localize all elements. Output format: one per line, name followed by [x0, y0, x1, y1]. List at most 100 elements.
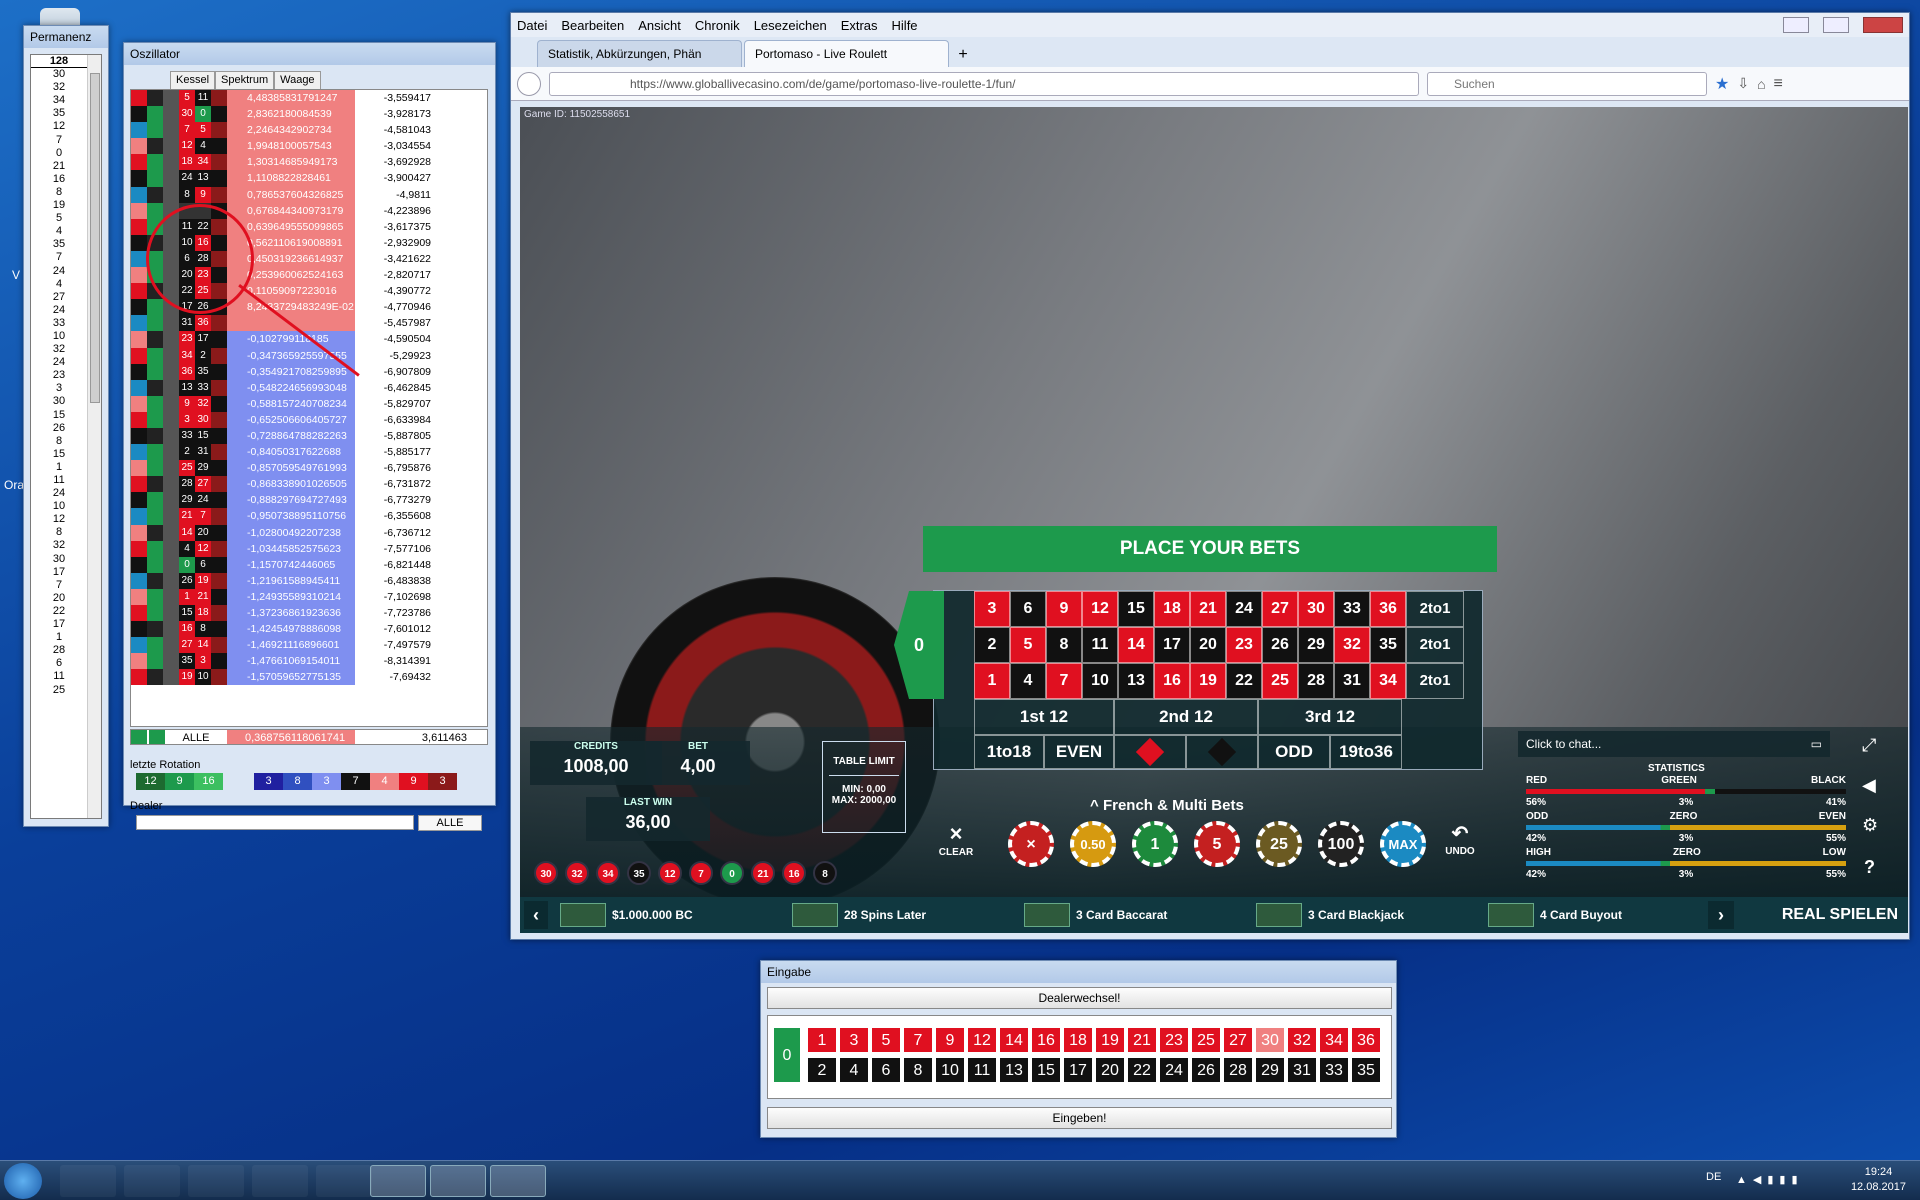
bet-number-19[interactable]: 19 — [1190, 663, 1226, 699]
bet-number-12[interactable]: 12 — [1082, 591, 1118, 627]
oszillator-grid[interactable]: 5 11 4,48385831791247 -3,559417 30 0 2,8362180… — [130, 89, 488, 727]
eingeben-button[interactable]: Eingeben! — [767, 1107, 1392, 1129]
close-icon[interactable] — [1863, 17, 1903, 33]
lobby-item-1[interactable]: $1.000.000 BC — [560, 903, 693, 927]
key-34[interactable]: 34 — [1319, 1027, 1349, 1053]
menu-icon[interactable]: ≡ — [1774, 75, 1783, 93]
key-6[interactable]: 6 — [871, 1057, 901, 1083]
table-row[interactable]: 29 24 -0,888297694727493 -6,773279 — [131, 492, 487, 509]
key-1[interactable]: 1 — [807, 1027, 837, 1053]
real-spielen-button[interactable]: REAL SPIELEN — [1782, 897, 1898, 933]
key-32[interactable]: 32 — [1287, 1027, 1317, 1053]
ie-icon[interactable] — [60, 1165, 116, 1197]
bet-number-27[interactable]: 27 — [1262, 591, 1298, 627]
table-row[interactable]: 15 18 -1,37236861923636 -7,723786 — [131, 605, 487, 622]
vlc-icon[interactable] — [316, 1165, 372, 1197]
menu-datei[interactable]: Datei — [517, 18, 547, 33]
bet-1to18[interactable]: 1to18 — [974, 735, 1044, 769]
menu-chronik[interactable]: Chronik — [695, 18, 740, 33]
key-18[interactable]: 18 — [1063, 1027, 1093, 1053]
key-35[interactable]: 35 — [1351, 1057, 1381, 1083]
bet-column-3[interactable]: 2to1 — [1406, 591, 1464, 627]
table-row[interactable]: 27 14 -1,46921116896601 -7,497579 — [131, 637, 487, 654]
key-7[interactable]: 7 — [903, 1027, 933, 1053]
number-keypad[interactable]: 0 1 3 5 7 9 12 14 16 18 19 21 23 25 27 30 32 34 36 2 4 6 8 10 1… — [773, 1027, 1383, 1089]
menu-bearbeiten[interactable]: Bearbeiten — [561, 18, 624, 33]
bet-number-36[interactable]: 36 — [1370, 591, 1406, 627]
bet-number-6[interactable]: 6 — [1010, 591, 1046, 627]
oszillator-window[interactable]: Oszillator Kessel Spektrum Waage 5 11 4,48… — [123, 42, 496, 831]
tab-kessel[interactable]: Kessel — [170, 71, 216, 89]
key-10[interactable]: 10 — [935, 1057, 965, 1083]
clear-button[interactable]: × CLEAR — [936, 821, 976, 873]
media-player-icon[interactable] — [188, 1165, 244, 1197]
key-20[interactable]: 20 — [1095, 1057, 1125, 1083]
maximize-icon[interactable] — [1823, 17, 1849, 33]
downloads-icon[interactable]: ⇩ — [1737, 75, 1749, 92]
key-15[interactable]: 15 — [1031, 1057, 1061, 1083]
new-tab-icon[interactable]: + — [951, 43, 975, 67]
key-25[interactable]: 25 — [1191, 1027, 1221, 1053]
bet-number-33[interactable]: 33 — [1334, 591, 1370, 627]
key-21[interactable]: 21 — [1127, 1027, 1157, 1053]
bet-number-32[interactable]: 32 — [1334, 627, 1370, 663]
key-24[interactable]: 24 — [1159, 1057, 1189, 1083]
start-button-icon[interactable] — [4, 1163, 42, 1199]
bet-number-23[interactable]: 23 — [1226, 627, 1262, 663]
key-26[interactable]: 26 — [1191, 1057, 1221, 1083]
table-row[interactable]: 21 7 -0,950738895110756 -6,355608 — [131, 508, 487, 525]
bet-red[interactable] — [1114, 735, 1186, 769]
bet-number-13[interactable]: 13 — [1118, 663, 1154, 699]
bookmark-star-icon[interactable]: ★ — [1715, 74, 1729, 94]
key-12[interactable]: 12 — [967, 1027, 997, 1053]
key-13[interactable]: 13 — [999, 1057, 1029, 1083]
bet-number-25[interactable]: 25 — [1262, 663, 1298, 699]
dealer-alle-button[interactable]: ALLE — [418, 815, 482, 831]
table-row[interactable]: 1 21 -1,24935589310214 -7,102698 — [131, 588, 487, 605]
explorer-icon[interactable] — [124, 1165, 180, 1197]
key-0[interactable]: 0 — [773, 1027, 801, 1083]
scroll-thumb[interactable] — [90, 73, 100, 403]
chip-5[interactable]: 5 — [1194, 821, 1240, 867]
bet-number-28[interactable]: 28 — [1298, 663, 1334, 699]
table-row[interactable]: 34 2 -0,347365925597555 -5,29923 — [131, 347, 487, 364]
bet-odd[interactable]: ODD — [1258, 735, 1330, 769]
table-row[interactable]: 26 19 -1,21961588945411 -6,483838 — [131, 572, 487, 589]
key-29[interactable]: 29 — [1255, 1057, 1285, 1083]
bet-number-34[interactable]: 34 — [1370, 663, 1406, 699]
permanenz-window[interactable]: Permanenz 128 30 32 34 35 12 7 0 21 16 8 19 5 4 35 7 24 4… — [23, 25, 109, 827]
bet-number-4[interactable]: 4 — [1010, 663, 1046, 699]
bet-number-2[interactable]: 2 — [974, 627, 1010, 663]
tab-portomaso[interactable]: Portomaso - Live Roulett — [744, 40, 949, 67]
lobby-item-4[interactable]: 3 Card Blackjack — [1256, 903, 1404, 927]
menu-lesezeichen[interactable]: Lesezeichen — [754, 18, 827, 33]
key-28[interactable]: 28 — [1223, 1057, 1253, 1083]
key-14[interactable]: 14 — [999, 1027, 1029, 1053]
bet-number-18[interactable]: 18 — [1154, 591, 1190, 627]
table-row[interactable]: 36 35 -0,354921708259895 -6,907809 — [131, 363, 487, 380]
permanenz-list[interactable]: 128 30 32 34 35 12 7 0 21 16 8 19 5 4 35 7 24 4 27 24 33 10 32… — [30, 54, 102, 819]
bet-number-11[interactable]: 11 — [1082, 627, 1118, 663]
bet-number-24[interactable]: 24 — [1226, 591, 1262, 627]
table-row[interactable]: 25 29 -0,857059549761993 -6,795876 — [131, 460, 487, 477]
table-row[interactable]: 0 6 -1,1570742446065 -6,821448 — [131, 556, 487, 573]
chip-1[interactable]: 1 — [1132, 821, 1178, 867]
eingabe-window[interactable]: Eingabe Dealerwechsel! 0 1 3 5 7 9 12 14 16 18 19… — [760, 960, 1397, 1138]
chip-100[interactable]: 100 — [1318, 821, 1364, 867]
chip-max[interactable]: MAX — [1380, 821, 1426, 867]
bet-number-16[interactable]: 16 — [1154, 663, 1190, 699]
dealer-slider[interactable] — [136, 815, 414, 830]
bet-number-35[interactable]: 35 — [1370, 627, 1406, 663]
minimize-icon[interactable] — [1783, 17, 1809, 33]
paint-icon[interactable] — [490, 1165, 546, 1197]
key-11[interactable]: 11 — [967, 1057, 997, 1083]
bet-column-2[interactable]: 2to1 — [1406, 627, 1464, 663]
browser-window[interactable]: Datei Bearbeiten Ansicht Chronik Lesezei… — [510, 12, 1910, 940]
bet-number-20[interactable]: 20 — [1190, 627, 1226, 663]
lobby-item-5[interactable]: 4 Card Buyout — [1488, 903, 1622, 927]
key-3[interactable]: 3 — [839, 1027, 869, 1053]
menu-hilfe[interactable]: Hilfe — [892, 18, 918, 33]
bet-number-22[interactable]: 22 — [1226, 663, 1262, 699]
chip-050[interactable]: 0.50 — [1070, 821, 1116, 867]
dealerwechsel-button[interactable]: Dealerwechsel! — [767, 987, 1392, 1009]
